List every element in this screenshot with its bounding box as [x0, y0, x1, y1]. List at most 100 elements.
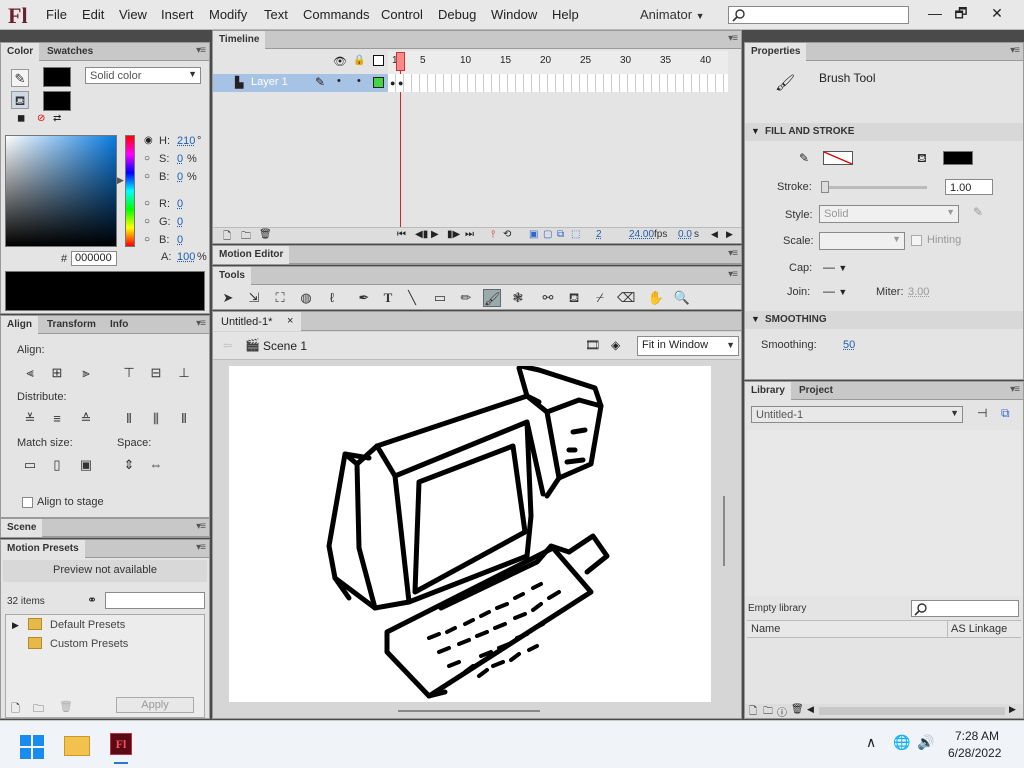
horizontal-scroll-thumb[interactable]	[398, 710, 540, 712]
visible-dot-icon[interactable]: •	[337, 75, 341, 87]
paint-bucket-tool-icon[interactable]: ⛾	[565, 289, 583, 307]
panel-menu-icon[interactable]: ▾≡	[728, 33, 738, 44]
fill-color-swatch[interactable]	[943, 151, 973, 165]
no-color-icon[interactable]: ⊘	[37, 113, 45, 124]
line-tool-icon[interactable]: ╲	[403, 289, 421, 307]
step-forward-icon[interactable]: ▮▶	[447, 229, 460, 240]
close-button[interactable]: ✕	[980, 3, 1014, 25]
edit-scene-icon[interactable]: 🎞	[585, 338, 600, 352]
align-hcenter-icon[interactable]: ⊞	[48, 364, 66, 382]
brush-tool-icon[interactable]: 🖌	[483, 289, 501, 307]
match-height-icon[interactable]: ▯	[48, 456, 66, 474]
time-value[interactable]: 0.0	[678, 229, 692, 240]
zoom-select[interactable]: Fit in Window ▼	[637, 336, 739, 356]
style-select[interactable]: Solid ▼	[819, 205, 959, 223]
loop-icon[interactable]: ⟲	[503, 229, 511, 240]
new-folder-icon[interactable]: 🗀	[33, 700, 44, 719]
stage-canvas[interactable]	[229, 366, 711, 702]
speaker-icon[interactable]: 🔊	[917, 734, 934, 751]
align-bottom-icon[interactable]: ⊥	[175, 364, 193, 382]
fill-color-swatch[interactable]	[43, 91, 71, 111]
menu-window[interactable]: Window	[491, 7, 537, 22]
scroll-left-icon[interactable]: ◀	[711, 229, 718, 240]
onion-markers-icon[interactable]: ⬚	[571, 229, 580, 240]
hex-input[interactable]: 000000	[71, 251, 117, 266]
delete-icon[interactable]: 🗑	[59, 700, 73, 713]
tab-project[interactable]: Project	[793, 382, 839, 400]
clock-time[interactable]: 7:28 AM	[955, 729, 999, 743]
new-folder-icon[interactable]: 🗀	[241, 229, 251, 246]
expand-arrow-icon[interactable]: ▶	[12, 620, 19, 631]
stroke-color-swatch[interactable]	[43, 67, 71, 87]
align-to-stage-checkbox[interactable]	[22, 497, 33, 508]
hand-tool-icon[interactable]: ✋	[647, 289, 665, 307]
free-transform-tool-icon[interactable]: ⛶	[271, 289, 289, 307]
hue-slider-handle-icon[interactable]: ▶	[117, 175, 124, 186]
panel-menu-icon[interactable]: ▾≡	[728, 248, 738, 259]
distribute-top-icon[interactable]: ≚	[21, 410, 39, 428]
apply-button[interactable]: Apply	[116, 697, 194, 713]
menu-edit[interactable]: Edit	[82, 7, 104, 22]
h-value[interactable]: 210	[177, 135, 195, 147]
align-vcenter-icon[interactable]: ⊟	[147, 364, 165, 382]
smoothing-section-header[interactable]: ▼ SMOOTHING	[745, 311, 1023, 329]
scroll-right-icon[interactable]: ▶	[1009, 704, 1016, 715]
fps-value[interactable]: 24.00	[629, 229, 654, 240]
layer-row[interactable]: ▙ Layer 1 ✎ • •	[213, 74, 388, 92]
menu-control[interactable]: Control	[381, 7, 423, 22]
smoothing-value[interactable]: 50	[843, 339, 855, 351]
tab-library[interactable]: Library	[745, 382, 791, 400]
hinting-checkbox[interactable]	[911, 235, 922, 246]
column-linkage[interactable]: AS Linkage	[951, 623, 1007, 635]
s-value[interactable]: 0	[177, 153, 183, 165]
tab-motion-presets[interactable]: Motion Presets	[1, 540, 85, 558]
panel-menu-icon[interactable]: ▾≡	[1010, 45, 1020, 56]
edit-style-icon[interactable]: ✎	[973, 205, 983, 219]
miter-value[interactable]: 3.00	[908, 286, 929, 298]
new-library-panel-icon[interactable]: ⧉	[1001, 406, 1010, 421]
deco-tool-icon[interactable]: ❃	[509, 289, 527, 307]
bone-tool-icon[interactable]: ⚯	[539, 289, 557, 307]
panel-menu-icon[interactable]: ▾≡	[196, 542, 206, 553]
menu-file[interactable]: File	[46, 7, 67, 22]
radio-g-icon[interactable]: ○	[144, 216, 150, 227]
play-icon[interactable]: ▶	[431, 229, 439, 240]
menu-view[interactable]: View	[119, 7, 147, 22]
stroke-color-icon[interactable]: ✎	[11, 69, 29, 87]
current-frame[interactable]: 2	[596, 229, 602, 240]
align-top-icon[interactable]: ⊤	[120, 364, 138, 382]
layer-name[interactable]: Layer 1	[251, 76, 288, 88]
center-frame-icon[interactable]: ⫯	[491, 229, 495, 240]
distribute-left-icon[interactable]: ⦀	[120, 410, 138, 428]
go-first-icon[interactable]: ⏮	[397, 229, 406, 240]
tab-color[interactable]: Color	[1, 43, 40, 61]
step-back-icon[interactable]: ◀▮	[415, 229, 428, 240]
eyedropper-tool-icon[interactable]: ⌿	[591, 289, 609, 307]
subselection-tool-icon[interactable]: ⇲	[245, 289, 263, 307]
swap-colors-icon[interactable]: ⇄	[53, 113, 61, 124]
panel-menu-icon[interactable]: ▾≡	[196, 318, 206, 329]
color-type-select[interactable]: Solid color ▼	[85, 67, 201, 84]
zoom-tool-icon[interactable]: 🔍	[673, 289, 691, 307]
edit-multiple-icon[interactable]: ⧉	[557, 229, 564, 240]
properties-icon[interactable]: ⓘ	[777, 704, 787, 719]
delete-icon[interactable]: 🗑	[791, 704, 804, 715]
list-item[interactable]: ▶ Default Presets	[10, 618, 200, 634]
tab-swatches[interactable]: Swatches	[41, 43, 99, 61]
tab-info[interactable]: Info	[104, 316, 134, 334]
lock-dot-icon[interactable]: •	[357, 75, 361, 87]
new-layer-icon[interactable]: 🗋	[223, 229, 231, 246]
lasso-tool-icon[interactable]: ℓ	[323, 289, 341, 307]
panel-menu-icon[interactable]: ▾≡	[196, 521, 206, 532]
radio-b-icon[interactable]: ○	[144, 171, 150, 182]
clock-date[interactable]: 6/28/2022	[948, 746, 1001, 760]
radio-r-icon[interactable]: ○	[144, 198, 150, 209]
tab-align[interactable]: Align	[1, 316, 38, 334]
r-value[interactable]: 0	[177, 198, 183, 210]
rectangle-tool-icon[interactable]: ▭	[431, 289, 449, 307]
stroke-color-swatch[interactable]	[823, 151, 853, 165]
panel-menu-icon[interactable]: ▾≡	[196, 45, 206, 56]
space-horizontal-icon[interactable]: ⇔	[147, 456, 165, 474]
g-value[interactable]: 0	[177, 216, 183, 228]
panel-menu-icon[interactable]: ▾≡	[728, 269, 738, 280]
